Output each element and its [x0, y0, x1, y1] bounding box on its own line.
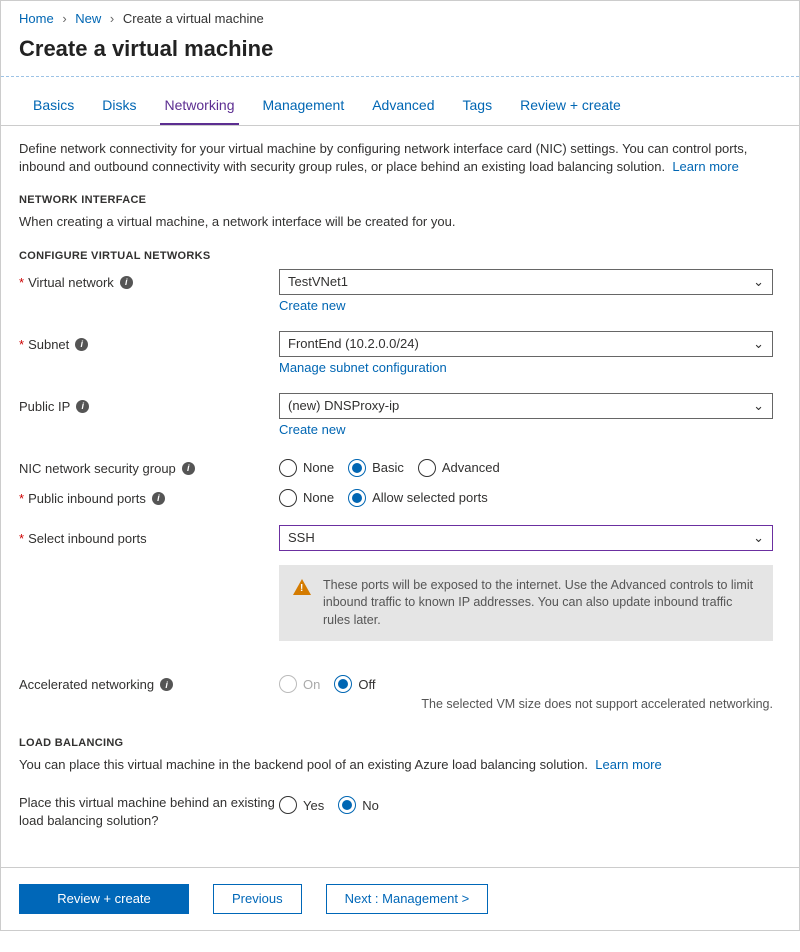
warning-icon — [293, 579, 311, 595]
tab-bar: Basics Disks Networking Management Advan… — [1, 77, 799, 126]
info-icon[interactable]: i — [160, 678, 173, 691]
vnet-create-new-link[interactable]: Create new — [279, 298, 345, 313]
section-configure-vnet: CONFIGURE VIRTUAL NETWORKS — [19, 250, 781, 262]
select-ports-dropdown[interactable]: SSH ⌄ — [279, 525, 773, 551]
chevron-down-icon: ⌄ — [753, 530, 764, 546]
accel-label: Accelerated networking i — [19, 671, 279, 692]
subnet-label: *Subnet i — [19, 331, 279, 352]
lb-place-label: Place this virtual machine behind an exi… — [19, 792, 279, 830]
subnet-select[interactable]: FrontEnd (10.2.0.0/24) ⌄ — [279, 331, 773, 357]
tab-management[interactable]: Management — [259, 97, 349, 125]
chevron-right-icon: › — [110, 11, 114, 26]
nsg-label: NIC network security group i — [19, 455, 279, 476]
vnet-select[interactable]: TestVNet1 ⌄ — [279, 269, 773, 295]
chevron-right-icon: › — [62, 11, 66, 26]
previous-button[interactable]: Previous — [213, 884, 302, 914]
info-icon[interactable]: i — [75, 338, 88, 351]
info-icon[interactable]: i — [152, 492, 165, 505]
tab-networking[interactable]: Networking — [160, 97, 238, 125]
lb-radio-group: Yes No — [279, 792, 781, 814]
lb-learn-more-link[interactable]: Learn more — [595, 757, 661, 772]
learn-more-link[interactable]: Learn more — [672, 159, 738, 174]
subnet-manage-link[interactable]: Manage subnet configuration — [279, 360, 447, 375]
chevron-down-icon: ⌄ — [753, 398, 764, 414]
inbound-radio-allow[interactable]: Allow selected ports — [348, 489, 488, 507]
breadcrumb-home[interactable]: Home — [19, 11, 54, 26]
accel-radio-group: On Off — [279, 671, 781, 693]
nsg-radio-basic[interactable]: Basic — [348, 459, 404, 477]
section-load-balancing: LOAD BALANCING — [19, 737, 781, 749]
breadcrumb: Home › New › Create a virtual machine — [1, 1, 799, 32]
lb-radio-no[interactable]: No — [338, 796, 379, 814]
info-icon[interactable]: i — [120, 276, 133, 289]
tab-disks[interactable]: Disks — [98, 97, 140, 125]
nsg-radio-advanced[interactable]: Advanced — [418, 459, 500, 477]
info-icon[interactable]: i — [76, 400, 89, 413]
info-icon[interactable]: i — [182, 462, 195, 475]
tab-tags[interactable]: Tags — [459, 97, 497, 125]
section-network-interface: NETWORK INTERFACE — [19, 194, 781, 206]
tab-advanced[interactable]: Advanced — [368, 97, 438, 125]
accel-radio-on: On — [279, 675, 320, 693]
public-ip-create-new-link[interactable]: Create new — [279, 422, 345, 437]
inbound-ports-radio-group: None Allow selected ports — [279, 485, 781, 507]
accel-radio-off[interactable]: Off — [334, 675, 375, 693]
ports-warning: These ports will be exposed to the inter… — [279, 565, 773, 642]
vnet-label: *Virtual network i — [19, 269, 279, 290]
public-ip-select[interactable]: (new) DNSProxy-ip ⌄ — [279, 393, 773, 419]
inbound-radio-none[interactable]: None — [279, 489, 334, 507]
lb-radio-yes[interactable]: Yes — [279, 796, 324, 814]
chevron-down-icon: ⌄ — [753, 274, 764, 290]
breadcrumb-current: Create a virtual machine — [123, 11, 264, 26]
nsg-radio-none[interactable]: None — [279, 459, 334, 477]
section-lb-sub: You can place this virtual machine in th… — [19, 756, 781, 774]
inbound-ports-label: *Public inbound ports i — [19, 485, 279, 506]
page-description: Define network connectivity for your vir… — [19, 140, 781, 176]
select-ports-label: *Select inbound ports — [19, 525, 279, 546]
footer-actions: Review + create Previous Next : Manageme… — [1, 867, 799, 930]
tab-review[interactable]: Review + create — [516, 97, 625, 125]
chevron-down-icon: ⌄ — [753, 336, 764, 352]
nsg-radio-group: None Basic Advanced — [279, 455, 781, 477]
tab-basics[interactable]: Basics — [29, 97, 78, 125]
next-button[interactable]: Next : Management > — [326, 884, 489, 914]
breadcrumb-new[interactable]: New — [75, 11, 101, 26]
accel-helper: The selected VM size does not support ac… — [279, 697, 773, 711]
review-create-button[interactable]: Review + create — [19, 884, 189, 914]
section-nic-sub: When creating a virtual machine, a netwo… — [19, 213, 781, 231]
public-ip-label: Public IP i — [19, 393, 279, 414]
page-title: Create a virtual machine — [1, 32, 799, 77]
